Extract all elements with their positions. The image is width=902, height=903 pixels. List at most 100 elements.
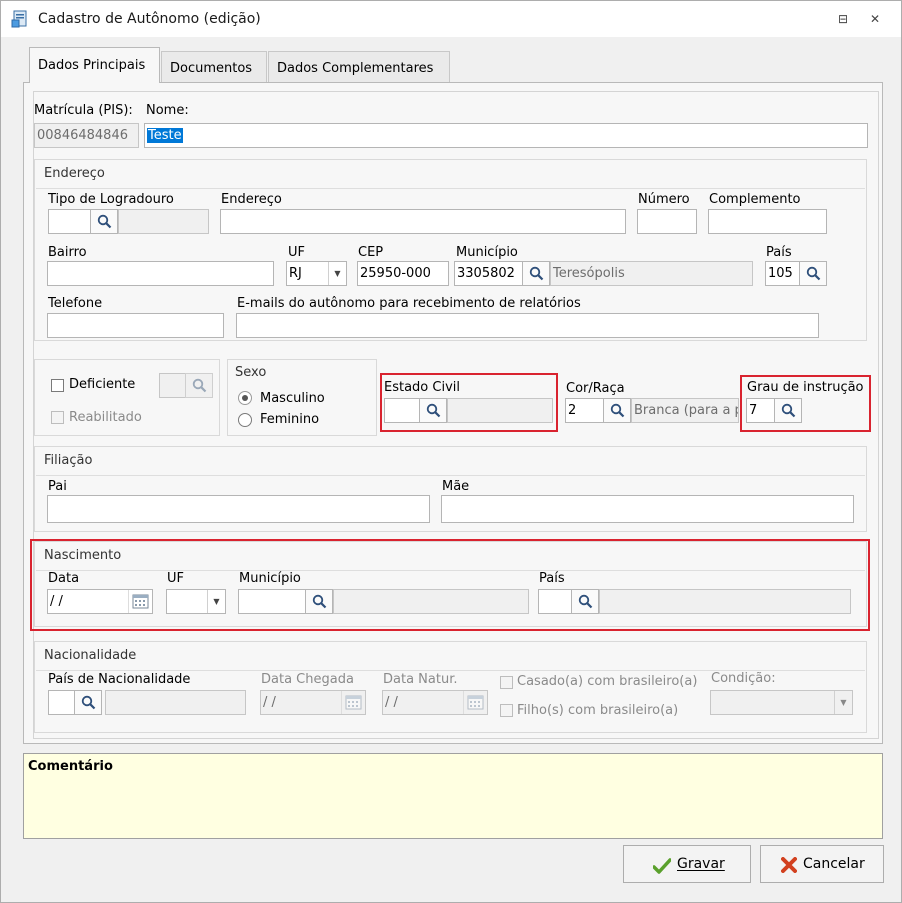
cancelar-button[interactable]: Cancelar xyxy=(760,845,884,883)
reabilitado-checkbox xyxy=(51,411,64,424)
window-title: Cadastro de Autônomo (edição) xyxy=(38,11,261,27)
grau-instrucao-highlight xyxy=(740,375,871,432)
search-icon xyxy=(610,403,625,418)
pais-nacionalidade-field[interactable] xyxy=(48,690,75,715)
uf-select[interactable]: RJ ▼ xyxy=(286,261,347,286)
nome-field[interactable]: Teste xyxy=(144,123,868,148)
endereco-divider xyxy=(36,188,865,189)
nacionalidade-group: Nacionalidade xyxy=(34,641,867,733)
emails-field[interactable] xyxy=(236,313,819,338)
mae-label: Mãe xyxy=(442,479,470,494)
pais-nacionalidade-desc xyxy=(105,690,246,715)
search-icon xyxy=(81,695,96,710)
endereco-field[interactable] xyxy=(220,209,626,234)
tab-dados-principais[interactable]: Dados Principais xyxy=(29,47,160,83)
municipio-search-button[interactable] xyxy=(522,261,550,286)
nome-label: Nome: xyxy=(146,103,189,118)
sexo-title: Sexo xyxy=(235,365,267,380)
tipo-logradouro-field[interactable] xyxy=(48,209,91,234)
check-icon xyxy=(653,858,671,874)
search-icon xyxy=(97,214,112,229)
endereco-label: Endereço xyxy=(221,192,282,207)
nascimento-highlight xyxy=(30,539,870,631)
bairro-label: Bairro xyxy=(48,245,87,260)
deficiencia-code-field xyxy=(159,373,186,398)
masculino-label: Masculino xyxy=(260,391,325,406)
cor-raca-field[interactable]: 2 xyxy=(565,398,604,423)
minimize-button[interactable]: ⊟ xyxy=(835,11,851,27)
tab-dados-complementares[interactable]: Dados Complementares xyxy=(268,51,450,82)
pai-field[interactable] xyxy=(47,495,430,523)
chevron-down-icon: ▼ xyxy=(834,691,852,714)
data-chegada-field: / / xyxy=(260,690,366,715)
masculino-radio[interactable] xyxy=(238,391,252,405)
numero-label: Número xyxy=(638,192,690,207)
complemento-field[interactable] xyxy=(708,209,827,234)
filhos-checkbox xyxy=(500,704,513,717)
reabilitado-label: Reabilitado xyxy=(69,410,142,425)
cor-raca-label: Cor/Raça xyxy=(566,381,625,396)
nacionalidade-title: Nacionalidade xyxy=(44,648,137,663)
title-bar: Cadastro de Autônomo (edição) ⊟ ✕ xyxy=(1,1,901,37)
app-icon xyxy=(11,10,27,28)
search-icon xyxy=(529,266,544,281)
municipio-code-field[interactable]: 3305802 xyxy=(454,261,523,286)
matricula-label: Matrícula (PIS): xyxy=(34,103,133,118)
endereco-title: Endereço xyxy=(44,166,105,181)
condicao-select: ▼ xyxy=(710,690,853,715)
feminino-radio[interactable] xyxy=(238,413,252,427)
pais-nacionalidade-search-button[interactable] xyxy=(74,690,102,715)
gravar-button[interactable]: Gravar xyxy=(623,845,751,883)
tipo-logradouro-label: Tipo de Logradouro xyxy=(48,192,174,207)
calendar-icon xyxy=(463,691,487,714)
telefone-label: Telefone xyxy=(48,296,103,311)
numero-field[interactable] xyxy=(637,209,697,234)
municipio-name-field: Teresópolis xyxy=(550,261,753,286)
uf-label: UF xyxy=(288,245,305,260)
matricula-field[interactable]: 00846484846 xyxy=(34,123,139,148)
uf-value: RJ xyxy=(289,266,302,281)
gravar-label: Gravar xyxy=(677,856,725,872)
deficiente-checkbox[interactable] xyxy=(51,379,64,392)
data-natur-value: / / xyxy=(385,695,398,710)
casado-checkbox xyxy=(500,676,513,689)
casado-label: Casado(a) com brasileiro(a) xyxy=(517,674,698,689)
data-natur-label: Data Natur. xyxy=(383,672,458,687)
cor-raca-desc: Branca (para a p xyxy=(631,398,739,423)
filiacao-divider xyxy=(36,475,865,476)
comentario-box[interactable]: Comentário xyxy=(23,753,883,839)
pai-label: Pai xyxy=(48,479,67,494)
comentario-label: Comentário xyxy=(28,759,113,774)
tipo-logradouro-search-button[interactable] xyxy=(90,209,118,234)
data-chegada-value: / / xyxy=(263,695,276,710)
chevron-down-icon[interactable]: ▼ xyxy=(328,262,346,285)
deficiente-label: Deficiente xyxy=(69,377,136,392)
deficiencia-search-button xyxy=(185,373,213,398)
cep-field[interactable]: 25950-000 xyxy=(357,261,449,286)
search-icon xyxy=(806,266,821,281)
pais-field[interactable]: 105 xyxy=(765,261,800,286)
filiacao-title: Filiação xyxy=(44,453,93,468)
cor-raca-search-button[interactable] xyxy=(603,398,631,423)
telefone-field[interactable] xyxy=(47,313,224,338)
pais-nacionalidade-label: País de Nacionalidade xyxy=(48,672,191,687)
close-button[interactable]: ✕ xyxy=(867,11,883,27)
filhos-label: Filho(s) com brasileiro(a) xyxy=(517,703,679,718)
feminino-label: Feminino xyxy=(260,412,320,427)
mae-field[interactable] xyxy=(441,495,854,523)
bairro-field[interactable] xyxy=(47,261,274,286)
radio-selected-dot xyxy=(242,395,248,401)
cancel-x-icon xyxy=(781,857,797,873)
tab-documentos[interactable]: Documentos xyxy=(161,51,267,82)
data-chegada-label: Data Chegada xyxy=(261,672,354,687)
pais-label: País xyxy=(766,245,792,260)
pais-search-button[interactable] xyxy=(799,261,827,286)
data-natur-field: / / xyxy=(382,690,488,715)
complemento-label: Complemento xyxy=(709,192,801,207)
dialog-window: Cadastro de Autônomo (edição) ⊟ ✕ Dados … xyxy=(0,0,902,903)
calendar-icon xyxy=(341,691,365,714)
emails-label: E-mails do autônomo para recebimento de … xyxy=(237,296,581,311)
tipo-logradouro-desc xyxy=(118,209,209,234)
search-icon xyxy=(192,378,207,393)
nome-value: Teste xyxy=(147,128,183,143)
